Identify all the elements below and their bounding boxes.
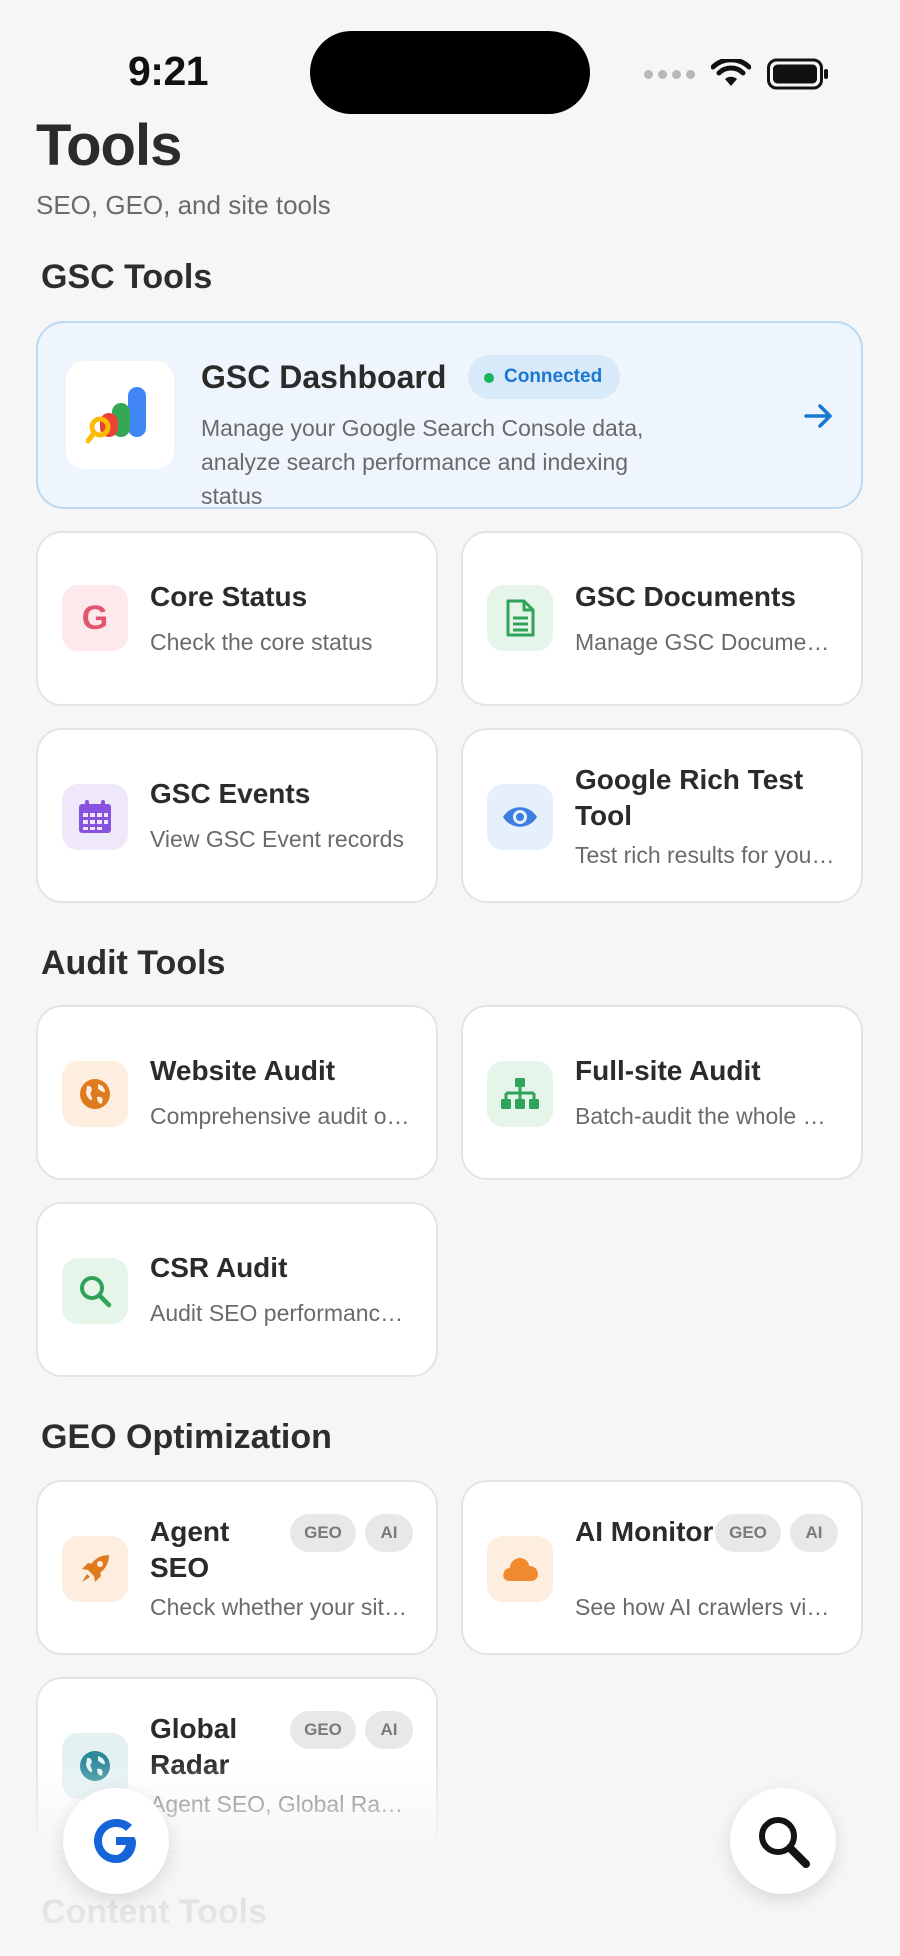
tool-card-website-audit[interactable]: Website Audit Comprehensive audit of you… xyxy=(36,1005,438,1180)
tag-geo: GEO xyxy=(715,1514,781,1552)
tool-card-gsc-events[interactable]: GSC Events View GSC Event records xyxy=(36,728,438,903)
google-g-icon: G xyxy=(62,585,128,651)
tag-geo: GEO xyxy=(290,1711,356,1749)
tool-card-title: Agent SEO xyxy=(150,1516,230,1583)
tool-card-title: GSC Documents xyxy=(575,581,796,612)
wifi-icon xyxy=(711,59,751,86)
google-g-icon xyxy=(94,1819,136,1863)
tool-card-csr-audit[interactable]: CSR Audit Audit SEO performance of CSR p… xyxy=(36,1202,438,1377)
tool-card-description: See how AI crawlers visit your site xyxy=(575,1594,837,1620)
dynamic-island xyxy=(310,31,590,114)
google-fab-button[interactable] xyxy=(63,1788,169,1894)
status-icons xyxy=(644,54,829,94)
tool-card-core-status[interactable]: G Core Status Check the core status xyxy=(36,531,438,706)
section-title-audit: Audit Tools xyxy=(41,944,226,982)
gsc-dashboard-description: Manage your Google Search Console data, … xyxy=(201,415,644,509)
eye-icon xyxy=(487,784,553,850)
tool-card-full-site-audit[interactable]: Full-site Audit Batch-audit the whole si… xyxy=(461,1005,863,1180)
tag-ai: AI xyxy=(365,1711,413,1749)
tool-card-title: GSC Events xyxy=(150,778,311,809)
status-bar: 9:21 xyxy=(0,0,900,120)
gsc-dashboard-title: GSC Dashboard xyxy=(201,359,447,395)
tool-card-description: View GSC Event records xyxy=(150,826,404,852)
tool-card-title: CSR Audit xyxy=(150,1252,288,1283)
tag-ai: AI xyxy=(365,1514,413,1552)
tool-card-description: Agent SEO, Global Radar xyxy=(150,1791,412,1817)
calendar-icon xyxy=(62,784,128,850)
sitemap-icon xyxy=(487,1061,553,1127)
globe-icon xyxy=(62,1061,128,1127)
search-icon xyxy=(62,1258,128,1324)
battery-icon xyxy=(767,58,828,90)
search-fab-button[interactable] xyxy=(730,1788,836,1894)
tool-card-title: Global Radar xyxy=(150,1713,238,1780)
tool-card-title: Core Status xyxy=(150,581,308,612)
tag-geo: GEO xyxy=(290,1514,356,1552)
document-icon xyxy=(487,585,553,651)
tool-card-description: Manage GSC Documents xyxy=(575,629,837,655)
rocket-icon xyxy=(62,1536,128,1602)
section-title-geo: GEO Optimization xyxy=(41,1418,332,1456)
tool-card-google-rich-test[interactable]: Google Rich Test Tool Test rich results … xyxy=(461,728,863,903)
connected-status-badge: Connected xyxy=(468,355,621,399)
section-title-content: Content Tools xyxy=(41,1893,267,1931)
tool-card-description: Check whether your site is agent ready xyxy=(150,1594,412,1620)
status-time: 9:21 xyxy=(128,48,209,94)
tool-card-description: Check the core status xyxy=(150,629,373,655)
tool-card-description: Batch-audit the whole site xyxy=(575,1103,837,1129)
tag-ai: AI xyxy=(790,1514,838,1552)
tool-card-description: Test rich results for your pages xyxy=(575,842,837,868)
tool-card-description: Audit SEO performance of CSR pages xyxy=(150,1300,412,1326)
tool-card-agent-seo[interactable]: Agent SEO GEO AI Check whether your site… xyxy=(36,1480,438,1655)
tool-card-title: AI Monitor xyxy=(575,1516,714,1547)
tool-card-description: Comprehensive audit of your website xyxy=(150,1103,412,1129)
section-title-gsc: GSC Tools xyxy=(41,258,213,296)
cellular-signal-icon xyxy=(644,69,695,79)
arrow-right-icon xyxy=(804,404,832,428)
search-icon xyxy=(759,1817,810,1868)
gsc-logo-icon xyxy=(66,361,174,469)
tool-card-title: Website Audit xyxy=(150,1055,336,1086)
tool-card-gsc-documents[interactable]: GSC Documents Manage GSC Documents xyxy=(461,531,863,706)
tool-card-title: Full-site Audit xyxy=(575,1055,761,1086)
cloud-icon xyxy=(487,1536,553,1602)
tool-card-title: Google Rich Test Tool xyxy=(575,764,804,831)
tool-card-ai-monitor[interactable]: AI Monitor GEO AI See how AI crawlers vi… xyxy=(461,1480,863,1655)
page-title: Tools xyxy=(36,113,182,178)
gsc-dashboard-card[interactable]: GSC Dashboard Connected Manage your Goog… xyxy=(36,321,863,509)
page-subtitle: SEO, GEO, and site tools xyxy=(36,190,331,220)
